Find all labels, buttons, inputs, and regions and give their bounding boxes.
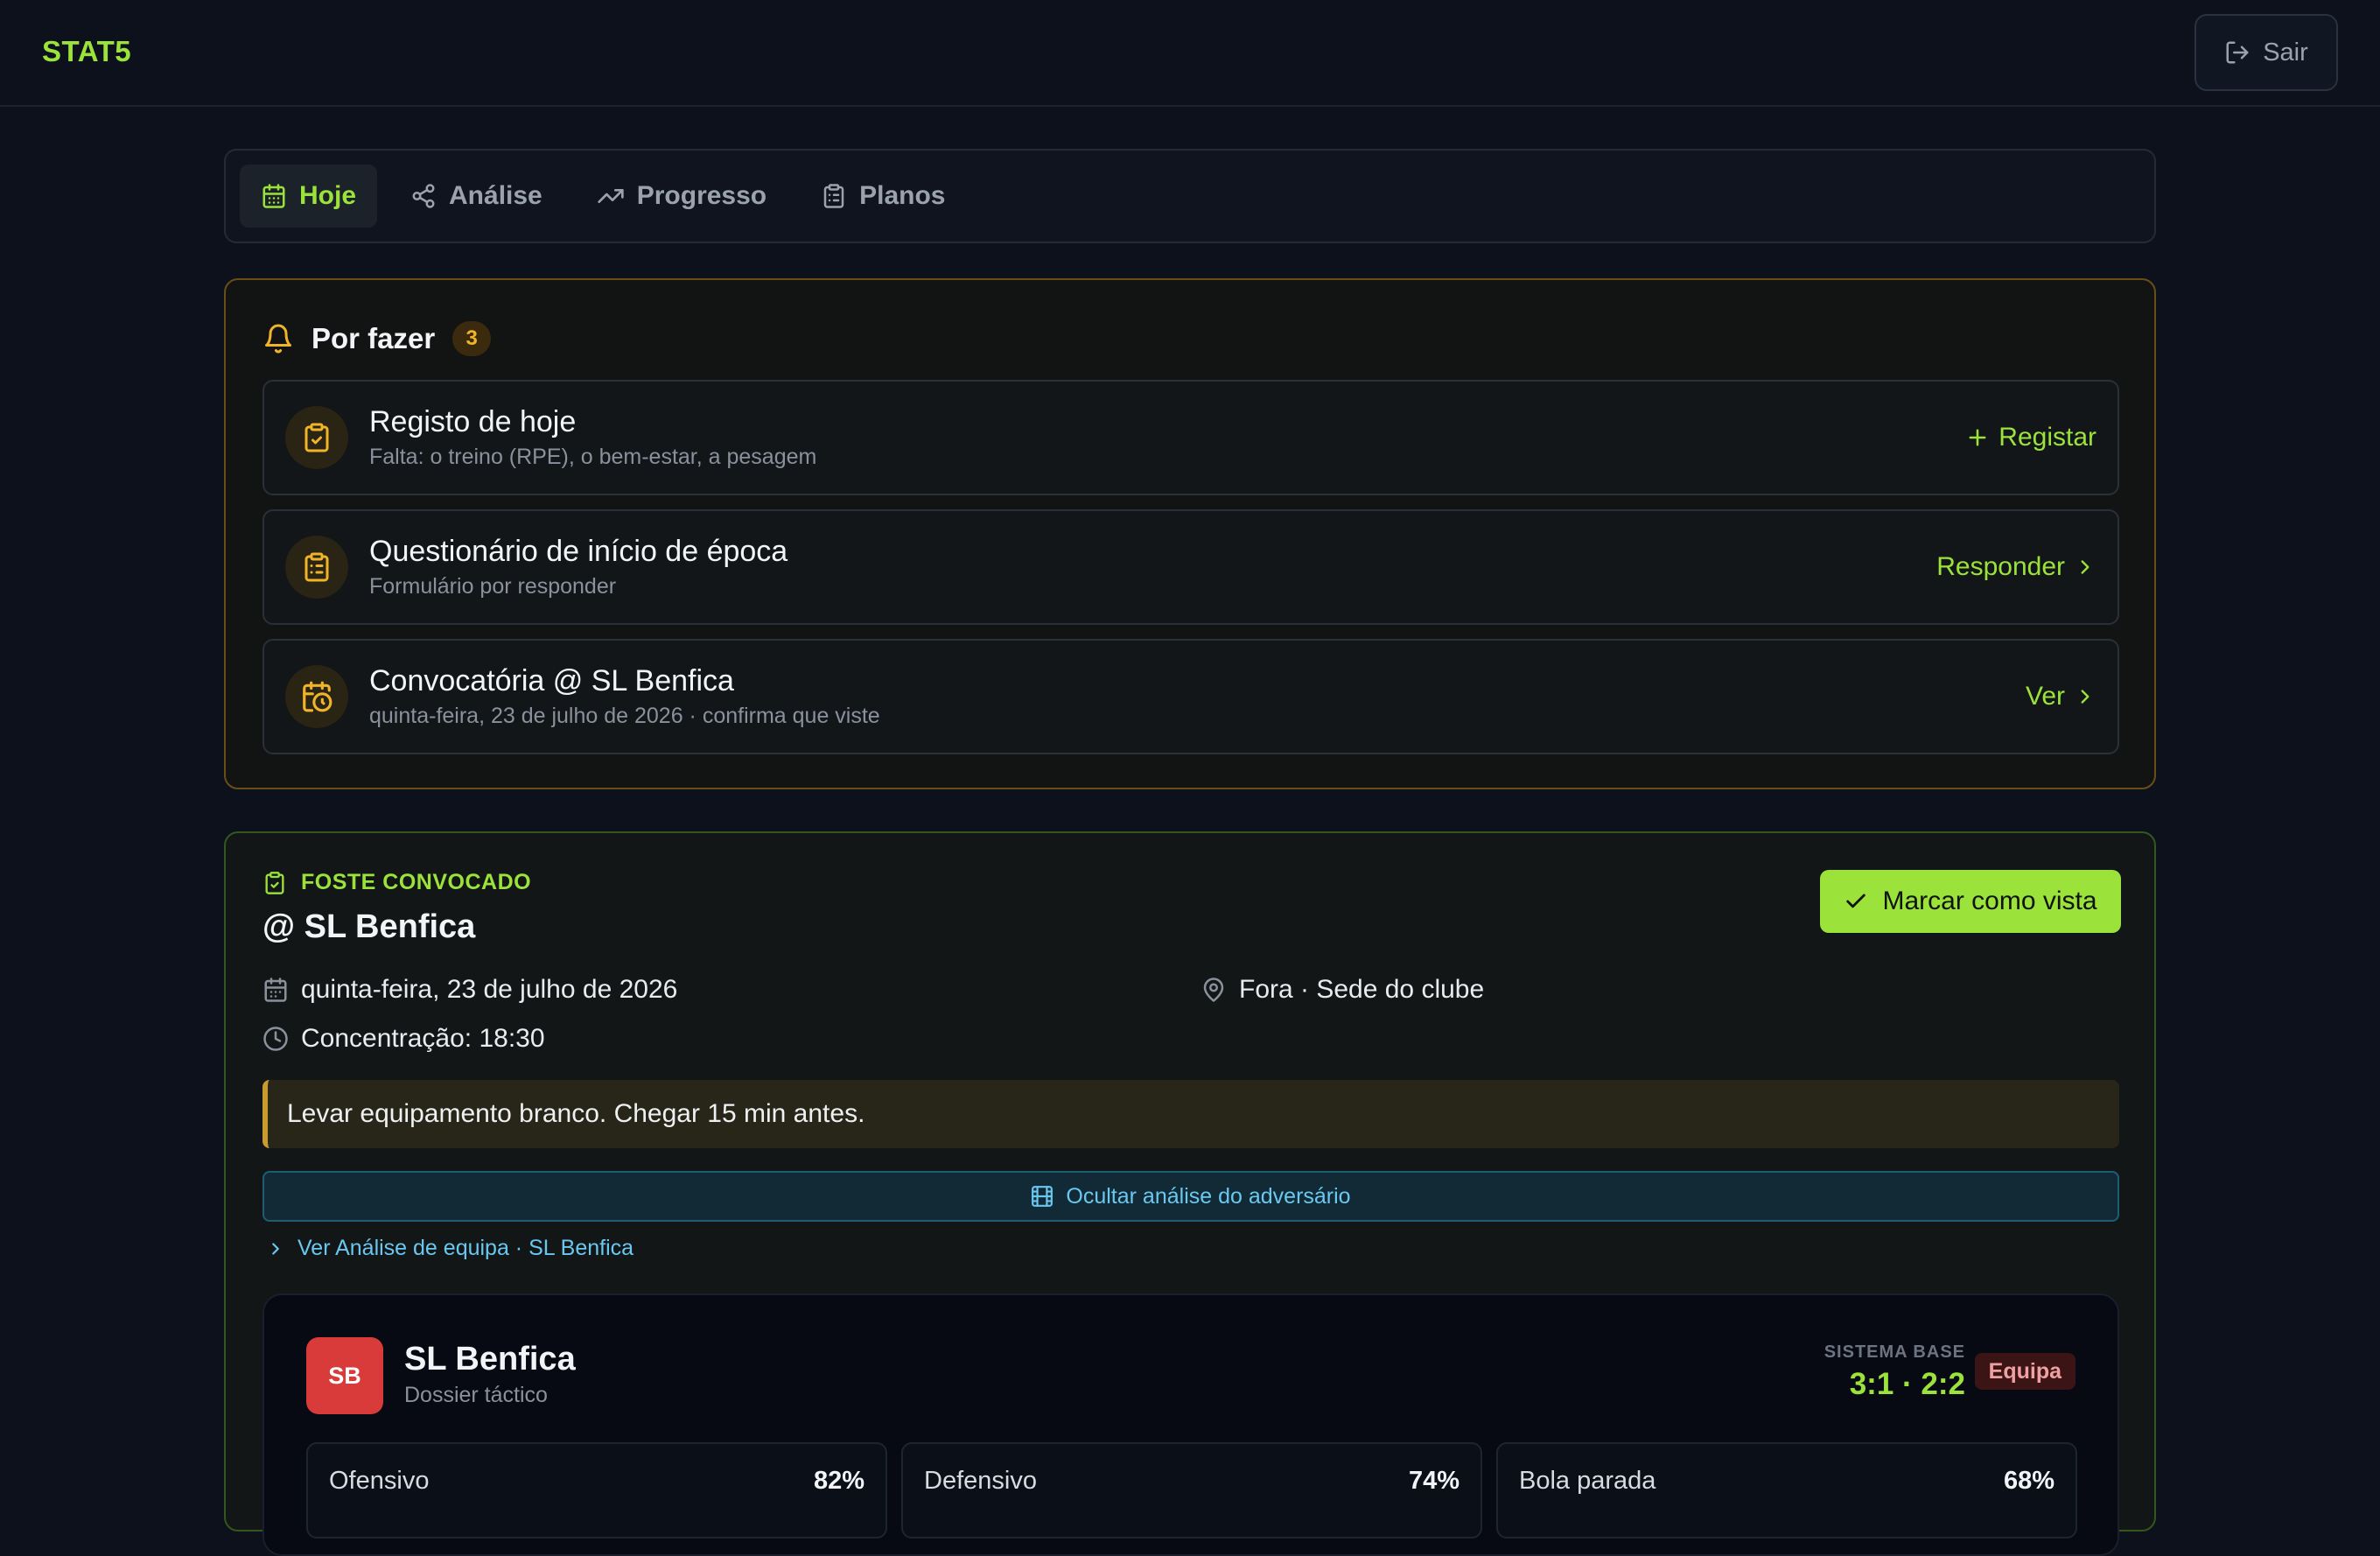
plus-icon	[1965, 425, 1990, 450]
tab-hoje[interactable]: Hoje	[240, 165, 378, 228]
system-label: SISTEMA BASE	[1824, 1342, 1965, 1362]
map-pin-icon	[1200, 977, 1227, 1003]
team-analysis-link-label: Ver Análise de equipa · SL Benfica	[298, 1236, 634, 1260]
team-analysis-link[interactable]: Ver Análise de equipa · SL Benfica	[266, 1236, 634, 1261]
todo-item-title: Questionário de início de época	[369, 535, 788, 568]
registar-button[interactable]: Registar	[1965, 423, 2096, 452]
tab-analise[interactable]: Análise	[389, 165, 564, 228]
clock-icon	[262, 1026, 289, 1052]
trending-up-icon	[597, 182, 625, 210]
toggle-opponent-analysis-label: Ocultar análise do adversário	[1066, 1183, 1351, 1209]
item-icon-wrap	[285, 665, 348, 728]
todo-item-subtitle: quinta-feira, 23 de julho de 2026 · conf…	[369, 704, 880, 728]
chevron-right-icon	[266, 1239, 285, 1258]
check-icon	[1844, 889, 1868, 914]
calendar-icon	[261, 183, 287, 209]
mark-as-seen-label: Marcar como vista	[1882, 887, 2097, 915]
chevron-right-icon	[2074, 685, 2096, 708]
metric-card-bola-parada: Bola parada 68%	[1496, 1442, 2077, 1538]
convocation-meeting-text: Concentração: 18:30	[301, 1024, 545, 1053]
share-icon	[410, 183, 437, 209]
clipboard-list-icon	[301, 551, 332, 583]
logout-icon	[2224, 39, 2250, 66]
team-badge: SB	[306, 1337, 383, 1414]
clipboard-check-icon	[301, 422, 332, 453]
action-label: Registar	[1998, 423, 2096, 452]
tab-label: Análise	[449, 181, 542, 210]
film-icon	[1031, 1185, 1054, 1208]
metric-card-defensivo: Defensivo 74%	[901, 1442, 1482, 1538]
calendar-icon	[262, 977, 289, 1003]
tab-progresso[interactable]: Progresso	[576, 165, 788, 228]
item-icon-wrap	[285, 406, 348, 469]
toggle-opponent-analysis-button[interactable]: Ocultar análise do adversário	[262, 1171, 2119, 1222]
tactical-dossier: SB SL Benfica Dossier táctico SISTEMA BA…	[262, 1293, 2119, 1556]
action-label: Responder	[1936, 552, 2065, 581]
convocation-tag-label: FOSTE CONVOCADO	[301, 870, 532, 894]
todo-item-title: Convocatória @ SL Benfica	[369, 664, 734, 697]
convocation-note: Levar equipamento branco. Chegar 15 min …	[262, 1080, 2119, 1148]
convocation-date-text: quinta-feira, 23 de julho de 2026	[301, 975, 678, 1004]
metric-card-ofensivo: Ofensivo 82%	[306, 1442, 887, 1538]
system-value: 3:1 · 2:2	[1849, 1367, 1965, 1401]
todo-item-texts: Registo de hoje Falta: o treino (RPE), o…	[369, 405, 1965, 470]
top-bar: STAT5 Sair	[0, 0, 2380, 107]
todo-header: Por fazer 3	[262, 317, 492, 361]
metric-label: Bola parada	[1519, 1467, 1656, 1495]
metric-value: 68%	[2003, 1467, 2054, 1495]
dossier-subtitle: Dossier táctico	[404, 1383, 548, 1407]
item-icon-wrap	[285, 536, 348, 599]
clipboard-icon	[821, 183, 847, 209]
convocation-title: @ SL Benfica	[262, 908, 476, 945]
todo-item-texts: Convocatória @ SL Benfica quinta-feira, …	[369, 664, 2026, 729]
logout-label: Sair	[2263, 38, 2308, 67]
brand-logo[interactable]: STAT5	[42, 35, 131, 68]
todo-item-title: Registo de hoje	[369, 405, 577, 438]
tab-label: Progresso	[636, 181, 767, 210]
todo-item-texts: Questionário de início de época Formulár…	[369, 535, 1936, 599]
bell-icon	[262, 323, 294, 354]
team-tag-badge: Equipa	[1974, 1353, 2076, 1390]
todo-item-subtitle: Formulário por responder	[369, 574, 617, 599]
convocation-tag: FOSTE CONVOCADO	[262, 870, 531, 895]
todo-title: Por fazer	[312, 322, 436, 354]
convocation-meeting-time: Concentração: 18:30	[262, 1024, 545, 1054]
convocation-date: quinta-feira, 23 de julho de 2026	[262, 975, 677, 1005]
main-tabs: Hoje Análise Progresso Planos	[224, 149, 2156, 243]
responder-button[interactable]: Responder	[1936, 552, 2096, 582]
tab-label: Hoje	[299, 181, 357, 210]
convocation-location: Fora · Sede do clube	[1200, 975, 1484, 1005]
ver-button[interactable]: Ver	[2026, 682, 2096, 711]
todo-count-badge: 3	[452, 321, 492, 356]
todo-card: Por fazer 3 Registo de hoje Falta: o tre…	[224, 278, 2156, 789]
tab-planos[interactable]: Planos	[800, 165, 966, 228]
metric-label: Ofensivo	[329, 1467, 430, 1495]
metric-value: 74%	[1408, 1467, 1460, 1495]
metric-value: 82%	[813, 1467, 864, 1495]
todo-item-registo[interactable]: Registo de hoje Falta: o treino (RPE), o…	[262, 380, 2119, 495]
todo-item-questionario[interactable]: Questionário de início de época Formulár…	[262, 509, 2119, 625]
todo-item-convocatoria[interactable]: Convocatória @ SL Benfica quinta-feira, …	[262, 639, 2119, 754]
dossier-team-name: SL Benfica	[404, 1341, 576, 1377]
action-label: Ver	[2025, 682, 2065, 711]
tab-label: Planos	[859, 181, 946, 210]
calendar-clock-icon	[300, 680, 333, 713]
convocation-card: FOSTE CONVOCADO @ SL Benfica Marcar como…	[224, 831, 2156, 1556]
convocation-location-text: Fora · Sede do clube	[1239, 975, 1485, 1004]
mark-as-seen-button[interactable]: Marcar como vista	[1820, 870, 2121, 933]
logout-button[interactable]: Sair	[2194, 14, 2338, 91]
todo-item-subtitle: Falta: o treino (RPE), o bem-estar, a pe…	[369, 445, 817, 469]
clipboard-check-icon	[262, 871, 287, 895]
chevron-right-icon	[2074, 556, 2096, 578]
metric-label: Defensivo	[924, 1467, 1037, 1495]
